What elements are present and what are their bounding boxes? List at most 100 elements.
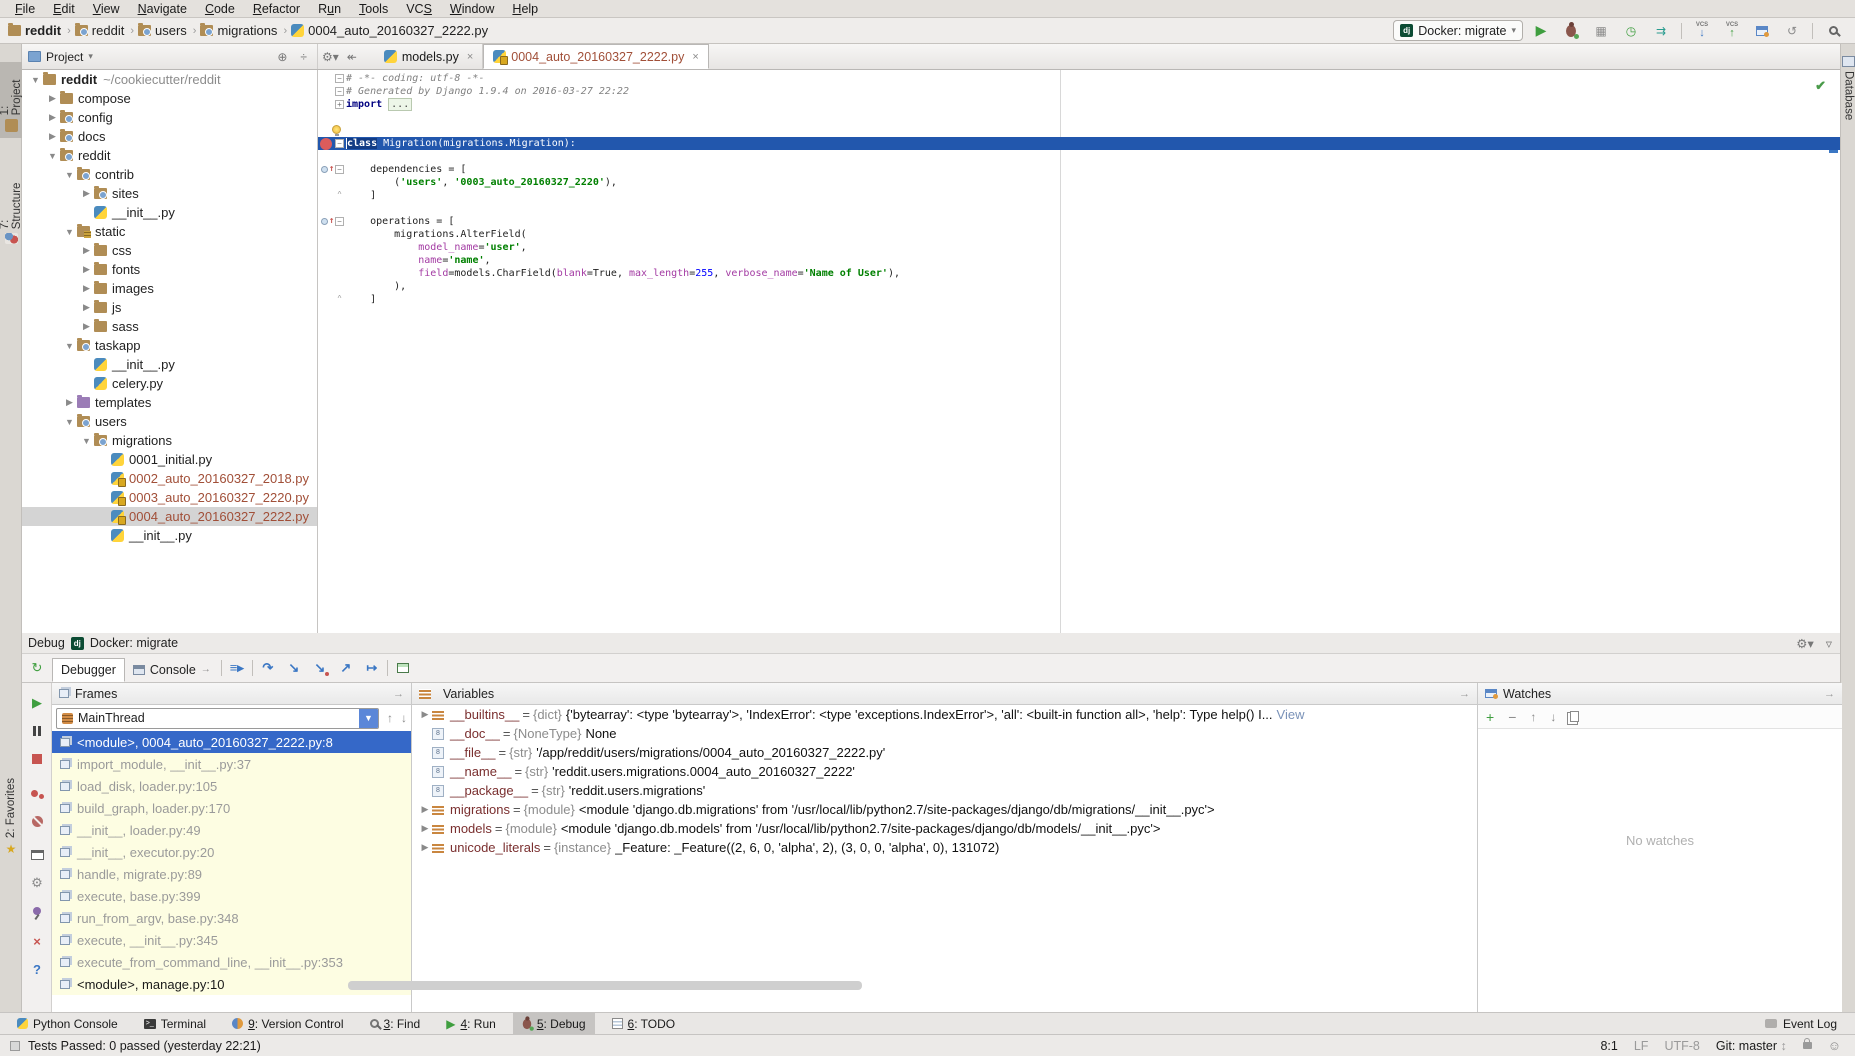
tree-item-celery-py[interactable]: celery.py	[22, 374, 317, 393]
tool-button-terminal[interactable]: >_Terminal	[135, 1013, 215, 1035]
frame-row[interactable]: run_from_argv, base.py:348	[52, 907, 411, 929]
menu-window[interactable]: Window	[441, 2, 503, 16]
tree-item-contrib[interactable]: ▼contrib	[22, 165, 317, 184]
tree-chevron-icon[interactable]: ▼	[62, 341, 77, 351]
revert-button[interactable]: ↺	[1780, 20, 1804, 42]
tool-button-todo[interactable]: 6: TODO	[603, 1013, 685, 1035]
frame-row[interactable]: execute, base.py:399	[52, 885, 411, 907]
tree-chevron-icon[interactable]: ▼	[28, 75, 43, 85]
tree-chevron-icon[interactable]: ▼	[62, 170, 77, 180]
code-line[interactable]: −# Generated by Django 1.9.4 on 2016-03-…	[318, 85, 1840, 98]
code-line[interactable]	[318, 124, 1840, 137]
run-to-cursor-button[interactable]: ↦	[359, 657, 385, 679]
view-link[interactable]: View	[1277, 707, 1305, 722]
force-step-into-button[interactable]: ↘	[307, 657, 333, 679]
fold-end-marker[interactable]: ^	[335, 191, 344, 200]
menu-tools[interactable]: Tools	[350, 2, 397, 16]
tree-item-0001-initial-py[interactable]: 0001_initial.py	[22, 450, 317, 469]
tool-button-run[interactable]: ▶4: Run	[437, 1013, 505, 1035]
tool-button-database[interactable]: Database	[1841, 50, 1855, 170]
code-line[interactable]	[318, 202, 1840, 215]
frame-row[interactable]: import_module, __init__.py:37	[52, 753, 411, 775]
variable-row[interactable]: ▶migrations={module}<module 'django.db.m…	[412, 800, 1477, 819]
fold-marker[interactable]: −	[335, 217, 344, 226]
git-branch[interactable]: Git: master ↕	[1716, 1039, 1787, 1053]
panel-settings-button[interactable]: ⚙▾	[318, 50, 343, 64]
code-line[interactable]: ^ ]	[318, 293, 1840, 306]
hector-icon[interactable]: ☺	[1828, 1038, 1841, 1053]
previous-frame-button[interactable]: ↑	[387, 711, 393, 725]
hide-panel-button[interactable]: ↞	[343, 50, 361, 64]
tree-chevron-icon[interactable]: ▼	[45, 151, 60, 161]
tree-chevron-icon[interactable]: ▶	[62, 397, 77, 408]
menu-edit[interactable]: Edit	[44, 2, 84, 16]
run-button[interactable]: ▶	[1529, 20, 1553, 42]
breadcrumb-item[interactable]: migrations	[200, 23, 277, 38]
collapse-all-button[interactable]: ÷	[296, 50, 311, 64]
settings-button[interactable]: ⚙	[22, 873, 52, 893]
tree-item--init-py[interactable]: __init__.py	[22, 203, 317, 222]
tree-chevron-icon[interactable]: ▶	[79, 321, 94, 332]
intention-bulb-icon[interactable]	[332, 125, 341, 134]
tree-chevron-icon[interactable]: ▼	[62, 417, 77, 427]
frame-row[interactable]: execute_from_command_line, __init__.py:3…	[52, 951, 411, 973]
menu-refactor[interactable]: Refactor	[244, 2, 309, 16]
tree-item-templates[interactable]: ▶templates	[22, 393, 317, 412]
close-icon[interactable]: ×	[692, 51, 698, 63]
panel-settings-button[interactable]: ⚙▾	[1796, 636, 1813, 651]
code-line[interactable]: name='name',	[318, 254, 1840, 267]
remove-watch-button[interactable]: −	[1508, 709, 1516, 725]
tool-button-find[interactable]: 3: Find	[361, 1013, 430, 1035]
tree-item-0002-auto-20160327-2018-py[interactable]: 0002_auto_20160327_2018.py	[22, 469, 317, 488]
menu-vcs[interactable]: VCS	[397, 2, 441, 16]
step-over-button[interactable]: ↷	[255, 657, 281, 679]
variable-row[interactable]: 8__file__={str}'/app/reddit/users/migrat…	[412, 743, 1477, 762]
tree-chevron-icon[interactable]: ▼	[79, 436, 94, 446]
fold-marker[interactable]: +	[335, 100, 344, 109]
resume-button[interactable]: ▶	[22, 693, 52, 713]
tree-item-reddit[interactable]: ▼reddit	[22, 146, 317, 165]
tree-chevron-icon[interactable]: ▶	[79, 188, 94, 199]
menu-navigate[interactable]: Navigate	[129, 2, 196, 16]
hide-panel-button[interactable]: ▿	[1826, 636, 1832, 651]
frame-row[interactable]: __init__, loader.py:49	[52, 819, 411, 841]
duplicate-watch-button[interactable]	[1570, 711, 1579, 722]
code-line[interactable]: field=models.CharField(blank=True, max_l…	[318, 267, 1840, 280]
frame-row[interactable]: build_graph, loader.py:170	[52, 797, 411, 819]
editor-tab-0004-auto-20160327-2222-py[interactable]: 0004_auto_20160327_2222.py×	[483, 44, 709, 69]
expand-chevron-icon[interactable]: ▶	[418, 804, 432, 815]
expand-chevron-icon[interactable]: ▶	[418, 842, 432, 853]
line-separator[interactable]: LF	[1634, 1039, 1649, 1053]
code-line[interactable]	[318, 150, 1840, 163]
code-line[interactable]: migrations.AlterField(	[318, 228, 1840, 241]
menu-view[interactable]: View	[84, 2, 129, 16]
variable-row[interactable]: ▶unicode_literals={instance}_Feature: _F…	[412, 838, 1477, 857]
tree-item-sass[interactable]: ▶sass	[22, 317, 317, 336]
variable-row[interactable]: 8__doc__={NoneType}None	[412, 724, 1477, 743]
fold-end-marker[interactable]: ^	[335, 295, 344, 304]
tree-item-js[interactable]: ▶js	[22, 298, 317, 317]
tool-button-debug[interactable]: 5: Debug	[513, 1013, 595, 1035]
tree-chevron-icon[interactable]: ▶	[79, 283, 94, 294]
run-configuration-select[interactable]: dj Docker: migrate ▾	[1393, 20, 1523, 41]
tree-item-users[interactable]: ▼users	[22, 412, 317, 431]
code-line[interactable]	[318, 111, 1840, 124]
view-breakpoints-button[interactable]	[22, 783, 52, 803]
close-icon[interactable]: ×	[467, 51, 473, 63]
tree-chevron-icon[interactable]: ▶	[79, 245, 94, 256]
code-line[interactable]: +import ...	[318, 98, 1840, 111]
tree-item-0004-auto-20160327-2222-py[interactable]: 0004_auto_20160327_2222.py	[22, 507, 317, 526]
tool-button-version-control[interactable]: 9: Version Control	[223, 1013, 352, 1035]
code-line[interactable]: ),	[318, 280, 1840, 293]
step-into-button[interactable]: ↘	[281, 657, 307, 679]
stop-button[interactable]	[22, 749, 52, 769]
expand-chevron-icon[interactable]: ▶	[418, 709, 432, 720]
code-line[interactable]: ↑− operations = [	[318, 215, 1840, 228]
code-line[interactable]: ^ ]	[318, 189, 1840, 202]
editor-tab-models-py[interactable]: models.py×	[375, 44, 483, 69]
breadcrumb-item[interactable]: reddit	[75, 23, 125, 38]
code-line[interactable]: ↑− dependencies = [	[318, 163, 1840, 176]
restore-layout-button[interactable]	[22, 845, 52, 865]
locate-file-button[interactable]: ⊕	[273, 50, 291, 64]
editor[interactable]: −# -*- coding: utf-8 -*-−# Generated by …	[318, 70, 1840, 633]
